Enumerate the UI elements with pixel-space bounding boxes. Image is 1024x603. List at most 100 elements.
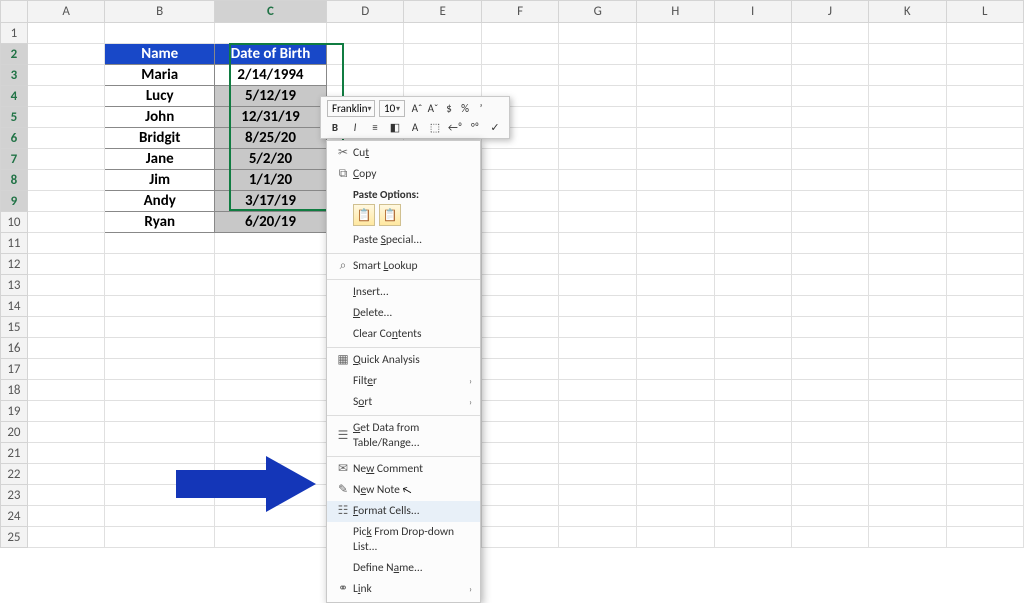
cell[interactable] — [714, 296, 791, 317]
cell[interactable] — [105, 338, 215, 359]
cell[interactable] — [869, 506, 946, 527]
cell[interactable]: Ryan — [105, 212, 215, 233]
cell[interactable]: 12/31/19 — [215, 107, 327, 128]
cell[interactable] — [105, 527, 215, 548]
column-header-A[interactable]: A — [27, 1, 105, 23]
cell[interactable] — [791, 233, 868, 254]
cell[interactable]: 1/1/20 — [215, 170, 327, 191]
cell[interactable] — [481, 464, 558, 485]
row-header[interactable]: 14 — [1, 296, 28, 317]
cell[interactable] — [791, 527, 868, 548]
cell[interactable] — [559, 233, 637, 254]
cell[interactable]: 8/25/20 — [215, 128, 327, 149]
cell[interactable] — [791, 380, 868, 401]
cell[interactable] — [559, 296, 637, 317]
mini-toolbar-button[interactable]: ≡ — [367, 119, 383, 135]
cell[interactable] — [636, 65, 714, 86]
column-header-K[interactable]: K — [869, 1, 946, 23]
row-header[interactable]: 19 — [1, 401, 28, 422]
column-header-J[interactable]: J — [791, 1, 868, 23]
row-header[interactable]: 5 — [1, 107, 28, 128]
cell[interactable] — [559, 380, 637, 401]
menu-item-copy[interactable]: ⧉Copy — [327, 164, 480, 185]
row-header[interactable]: 20 — [1, 422, 28, 443]
cell[interactable] — [27, 191, 105, 212]
cell[interactable] — [559, 23, 637, 44]
cell[interactable] — [481, 359, 558, 380]
cell[interactable] — [714, 485, 791, 506]
cell[interactable] — [636, 296, 714, 317]
row-header[interactable]: 15 — [1, 317, 28, 338]
cell[interactable] — [636, 44, 714, 65]
spreadsheet-grid[interactable]: ABCDEFGHIJKL12NameDate of Birth3Maria2/1… — [0, 0, 1024, 548]
cell[interactable] — [869, 149, 946, 170]
cell[interactable]: Maria — [105, 65, 215, 86]
cell[interactable] — [791, 170, 868, 191]
cell[interactable] — [714, 338, 791, 359]
cell[interactable] — [481, 422, 558, 443]
cell[interactable] — [869, 317, 946, 338]
cell[interactable] — [636, 527, 714, 548]
mini-toolbar-button[interactable]: °⁰ — [467, 119, 483, 135]
menu-item-link[interactable]: ⚭Link› — [327, 579, 480, 600]
cell[interactable] — [105, 401, 215, 422]
menu-item-get-data[interactable]: ☰Get Data from Table/Range... — [327, 418, 480, 454]
cell[interactable] — [869, 296, 946, 317]
cell[interactable] — [869, 23, 946, 44]
cell[interactable] — [559, 65, 637, 86]
menu-item-smart-lookup[interactable]: ⌕Smart Lookup — [327, 256, 480, 277]
cell[interactable] — [326, 65, 404, 86]
cell[interactable] — [714, 212, 791, 233]
cell[interactable]: Lucy — [105, 86, 215, 107]
mini-toolbar-button[interactable]: ’ — [473, 101, 489, 117]
cell[interactable] — [404, 65, 481, 86]
cell[interactable] — [27, 506, 105, 527]
cell[interactable] — [105, 275, 215, 296]
cell[interactable] — [869, 527, 946, 548]
cell[interactable] — [714, 275, 791, 296]
cell[interactable] — [481, 170, 558, 191]
cell[interactable] — [714, 527, 791, 548]
cell[interactable] — [869, 65, 946, 86]
cell[interactable] — [791, 65, 868, 86]
cell[interactable] — [404, 44, 481, 65]
cell[interactable] — [869, 359, 946, 380]
cell[interactable] — [215, 317, 327, 338]
cell[interactable] — [946, 128, 1023, 149]
row-header[interactable]: 1 — [1, 23, 28, 44]
row-header[interactable]: 3 — [1, 65, 28, 86]
cell[interactable] — [27, 170, 105, 191]
cell[interactable] — [946, 527, 1023, 548]
cell[interactable] — [215, 401, 327, 422]
cell[interactable] — [27, 23, 105, 44]
cell[interactable] — [714, 254, 791, 275]
cell[interactable] — [636, 506, 714, 527]
cell[interactable] — [946, 317, 1023, 338]
cell[interactable] — [215, 380, 327, 401]
cell[interactable] — [869, 191, 946, 212]
menu-item-clear-contents[interactable]: Clear Contents — [327, 324, 480, 345]
cell[interactable] — [481, 191, 558, 212]
cell[interactable] — [105, 359, 215, 380]
cell[interactable] — [636, 275, 714, 296]
row-header[interactable]: 11 — [1, 233, 28, 254]
cell[interactable] — [791, 485, 868, 506]
column-header-B[interactable]: B — [105, 1, 215, 23]
row-header[interactable]: 22 — [1, 464, 28, 485]
cell[interactable] — [27, 359, 105, 380]
cell[interactable] — [946, 149, 1023, 170]
cell[interactable] — [946, 422, 1023, 443]
cell[interactable] — [636, 233, 714, 254]
cell[interactable]: 5/2/20 — [215, 149, 327, 170]
cell[interactable] — [559, 191, 637, 212]
cell[interactable] — [636, 191, 714, 212]
context-menu[interactable]: ✂Cut⧉CopyPaste Options:📋📋Paste Special..… — [326, 140, 481, 603]
cell[interactable] — [869, 170, 946, 191]
cell[interactable] — [481, 65, 558, 86]
cell[interactable] — [869, 275, 946, 296]
cell[interactable] — [714, 506, 791, 527]
cell[interactable] — [791, 275, 868, 296]
mini-toolbar-button[interactable]: ←⁰ — [447, 119, 463, 135]
cell[interactable] — [559, 506, 637, 527]
cell[interactable] — [559, 275, 637, 296]
